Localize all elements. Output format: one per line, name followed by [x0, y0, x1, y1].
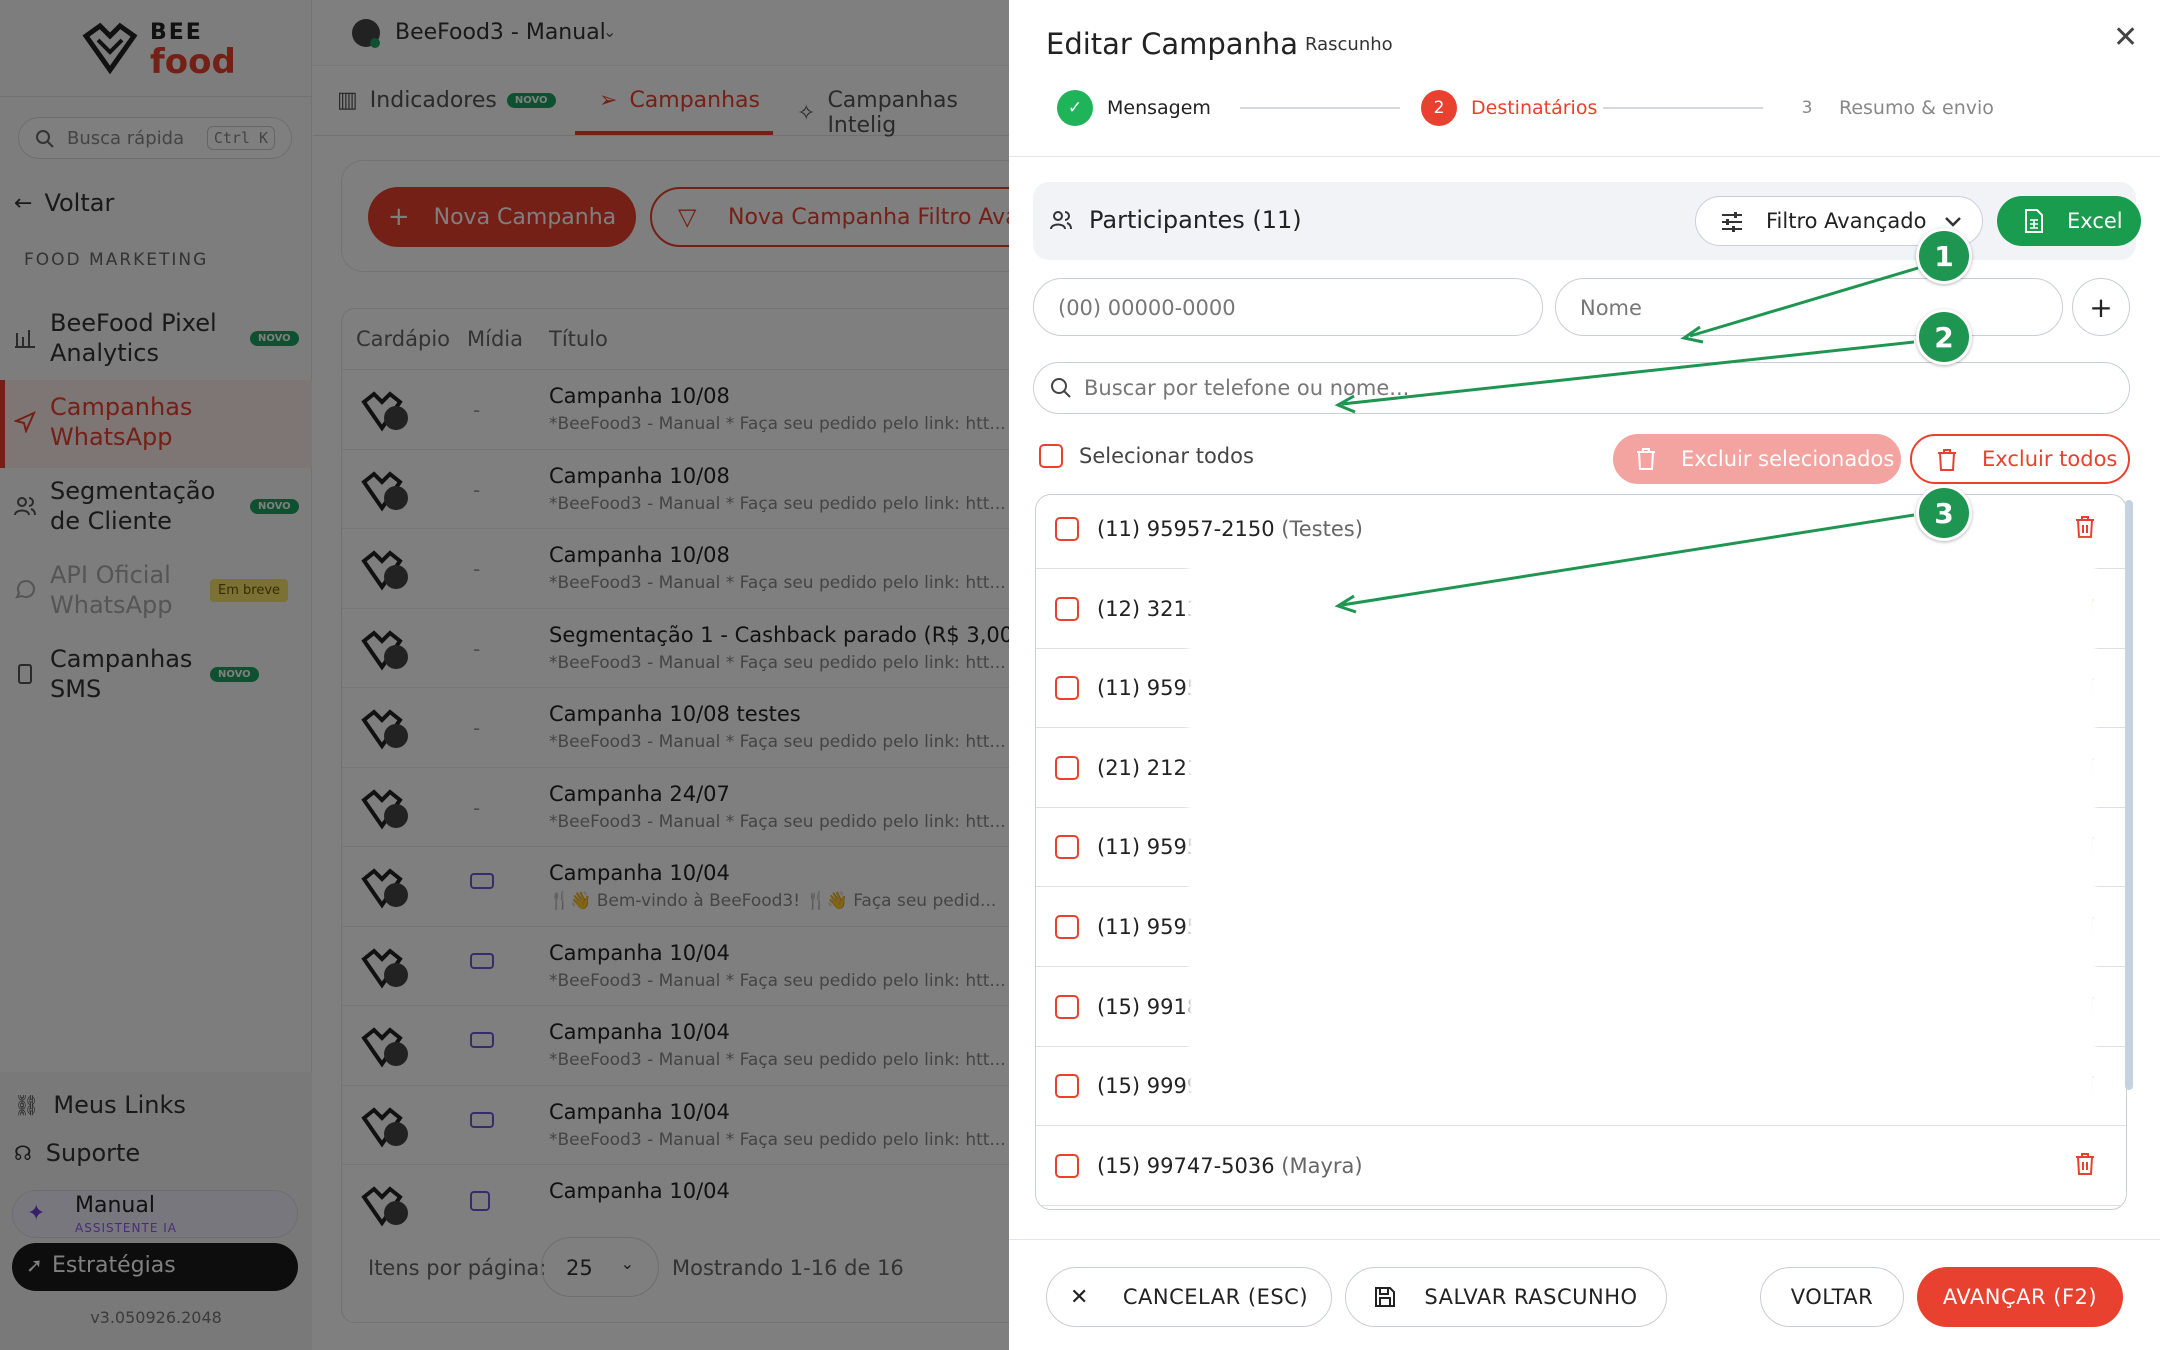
callout-badge: 3	[1916, 485, 1972, 541]
annotation-arrows	[1334, 266, 1919, 614]
arrow-3	[1341, 513, 1915, 607]
callout-badge: 2	[1916, 309, 1972, 365]
arrow-2	[1341, 340, 1915, 406]
arrow-1	[1689, 266, 1919, 338]
callout-badge: 1	[1916, 228, 1972, 284]
